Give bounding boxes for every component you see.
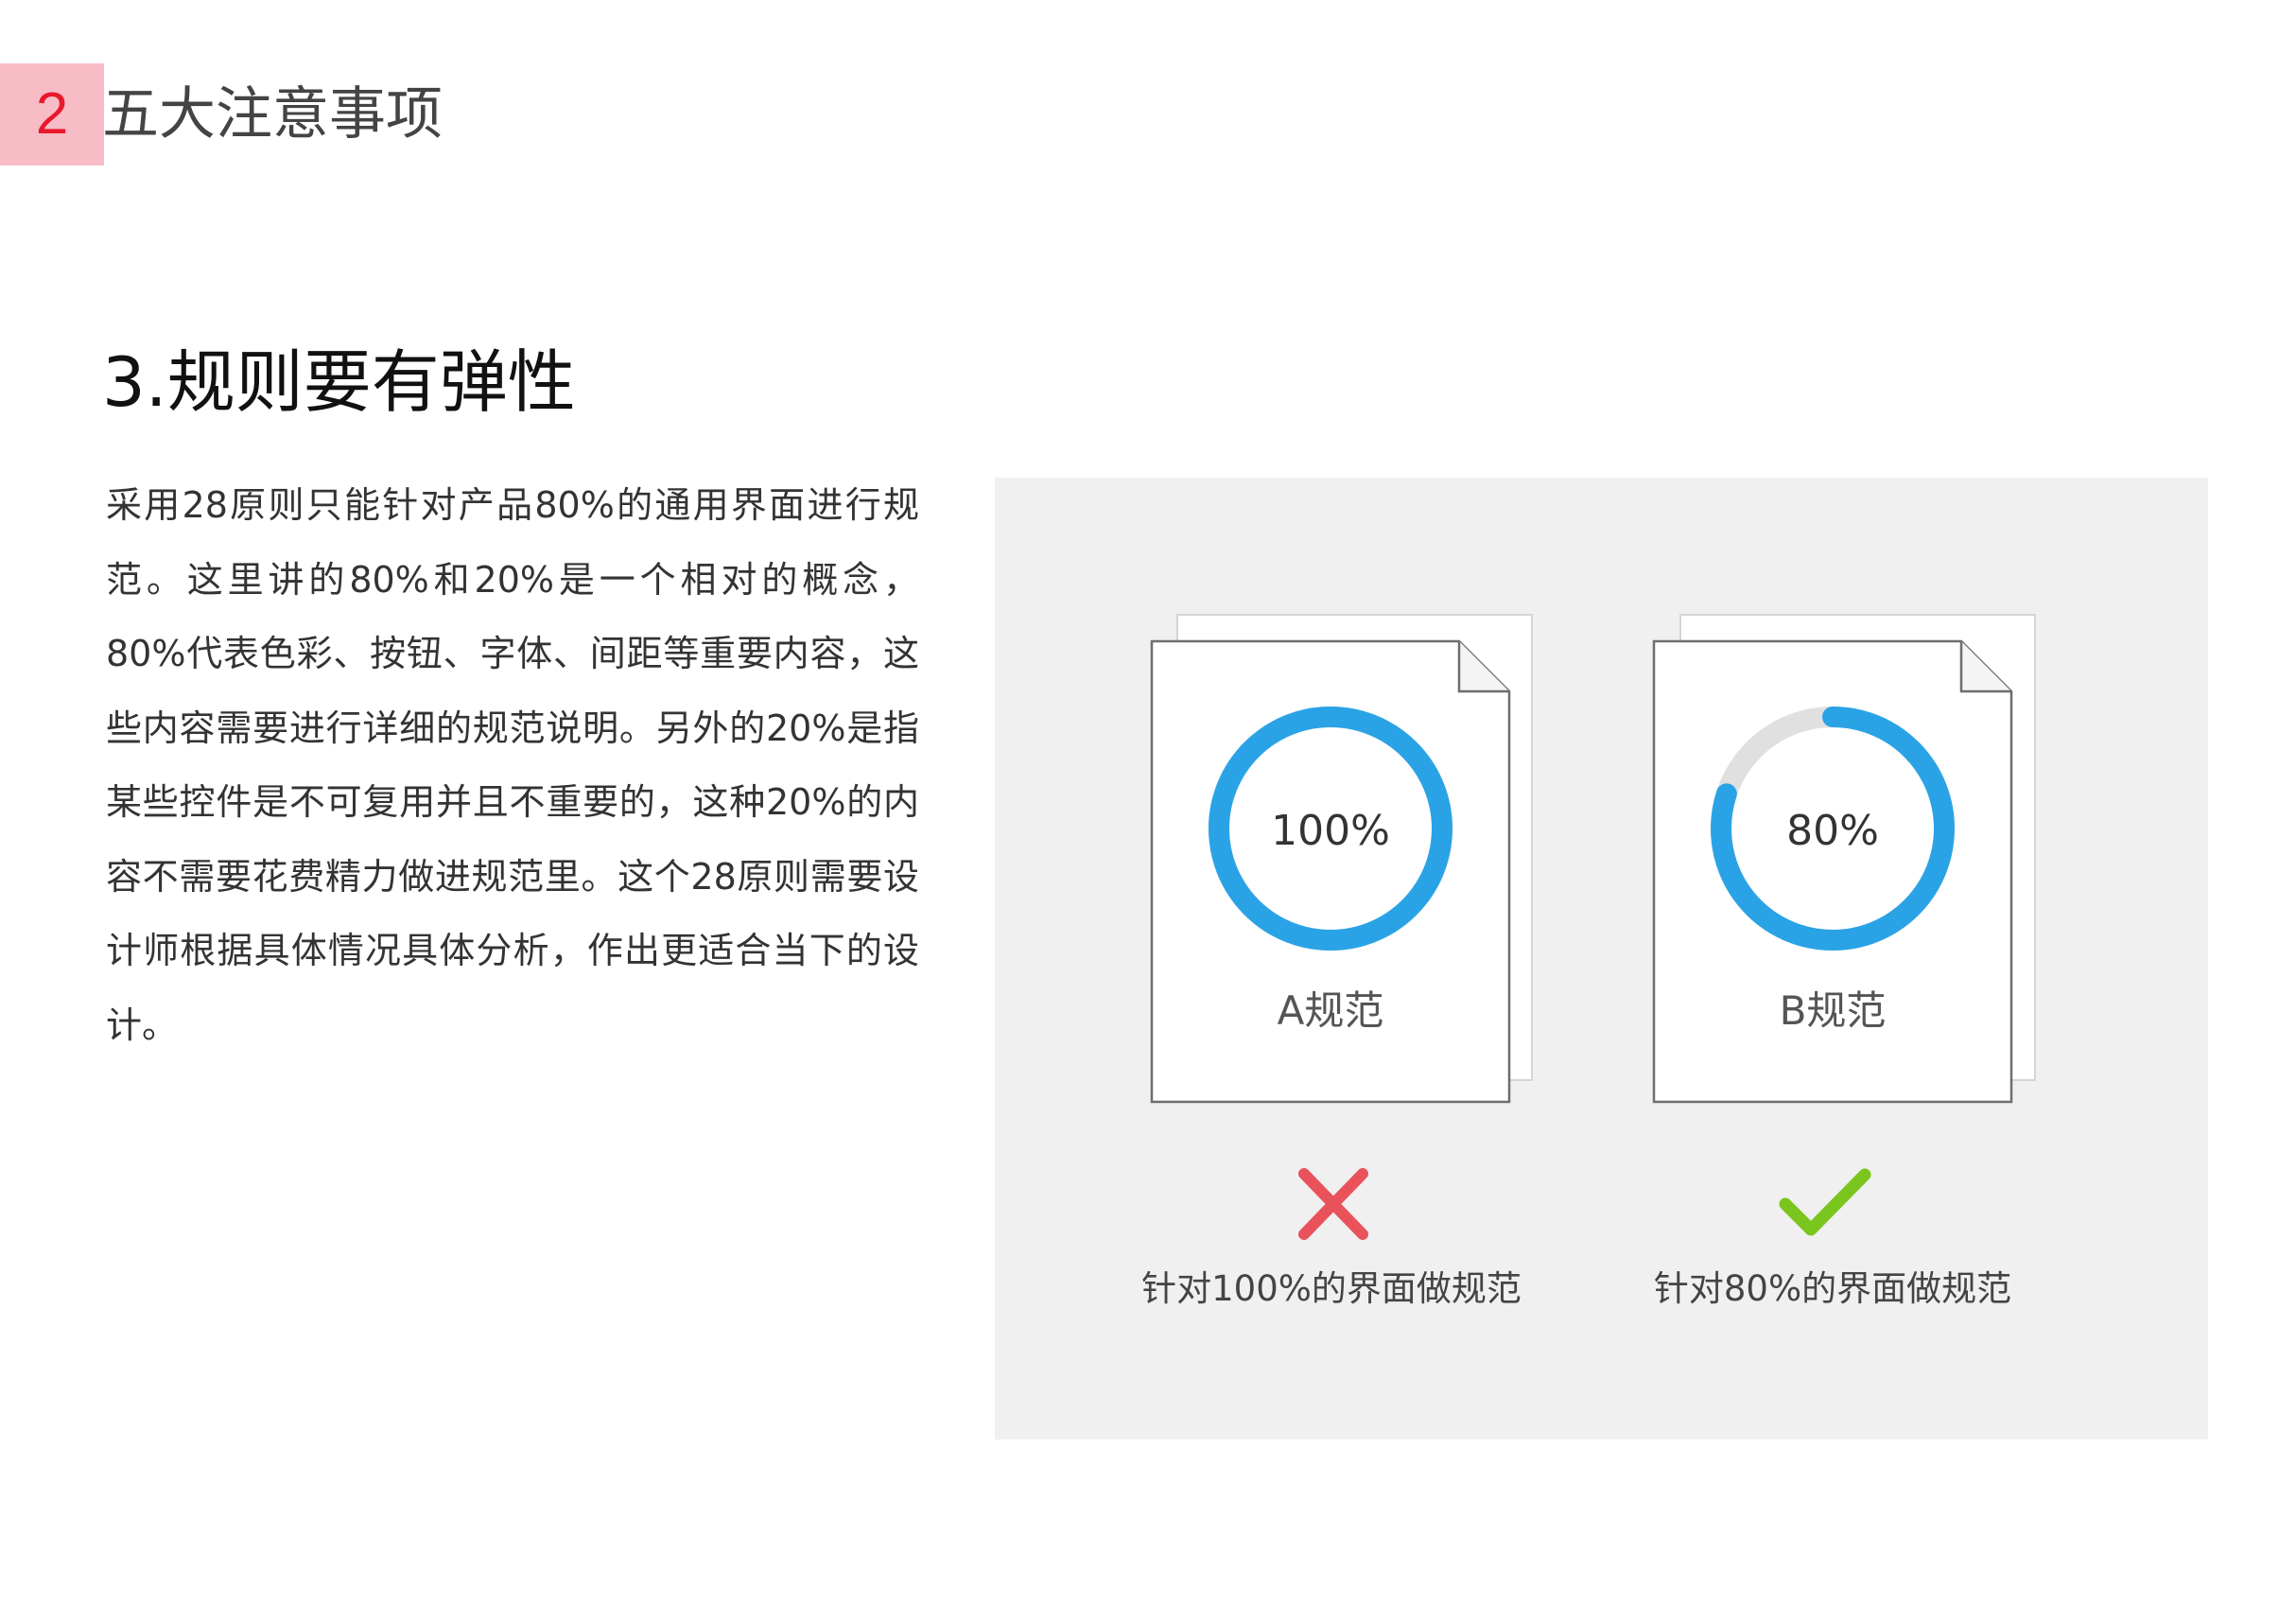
spec-card-a: 100% A规范 <box>1150 614 1533 1104</box>
cross-icon <box>1298 1168 1368 1240</box>
illustration-panel: 100% A规范 80% B规范 针对100%的界面做规范 针对80%的界面做规… <box>995 478 2208 1440</box>
check-icon <box>1779 1168 1871 1236</box>
spec-card-b: 80% B规范 <box>1652 614 2036 1104</box>
slide-heading: 3.规则要有弹性 <box>102 342 576 422</box>
card-b-caption: 针对80%的界面做规范 <box>1654 1268 2011 1309</box>
body-paragraph: 采用28原则只能针对产品80%的通用界面进行规范。这里讲的80%和20%是一个相… <box>106 484 919 1046</box>
card-a-label: A规范 <box>1278 987 1384 1034</box>
card-a-caption: 针对100%的界面做规范 <box>1141 1268 1522 1309</box>
illustration-svg: 100% A规范 80% B规范 针对100%的界面做规范 针对80%的界面做规… <box>1141 614 2036 1309</box>
section-header: 2 五大注意事项 <box>0 63 492 166</box>
section-number-badge: 2 <box>0 63 104 166</box>
card-b-percent-label: 80% <box>1786 807 1879 855</box>
section-title: 五大注意事项 <box>102 81 443 148</box>
card-b-label: B规范 <box>1780 987 1887 1034</box>
card-a-percent-label: 100% <box>1271 807 1390 855</box>
